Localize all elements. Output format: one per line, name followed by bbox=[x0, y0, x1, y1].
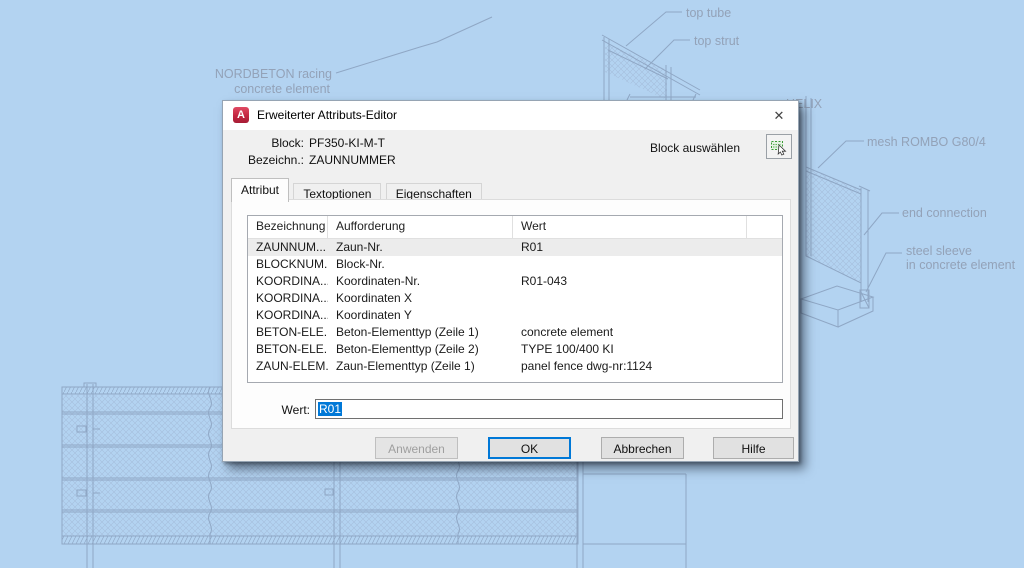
cell-wert bbox=[513, 256, 747, 273]
block-value: PF350-KI-M-T bbox=[309, 136, 385, 151]
dialog-footer: Anwenden OK Abbrechen Hilfe bbox=[223, 427, 798, 461]
cell-bezeichnung: BETON-ELE... bbox=[248, 341, 328, 358]
cell-wert: panel fence dwg-nr:1124 bbox=[513, 358, 747, 375]
wert-label: Wert: bbox=[232, 401, 310, 419]
cell-aufforderung: Zaun-Elementtyp (Zeile 1) bbox=[328, 358, 513, 375]
column-header-wert[interactable]: Wert bbox=[513, 216, 747, 238]
table-row[interactable]: ZAUNNUM... Zaun-Nr. R01 bbox=[248, 239, 782, 256]
cancel-button[interactable]: Abbrechen bbox=[601, 437, 684, 459]
attribute-editor-dialog: A Erweiterter Attributs-Editor ✕ Block: … bbox=[222, 100, 799, 462]
table-row[interactable]: BETON-ELE... Beton-Elementtyp (Zeile 2) … bbox=[248, 341, 782, 358]
column-header-aufforderung[interactable]: Aufforderung bbox=[328, 216, 513, 238]
label-steel-sleeve-1: steel sleeve bbox=[906, 244, 972, 258]
wert-input-selected-text: R01 bbox=[318, 402, 342, 416]
wert-input[interactable]: R01 bbox=[315, 399, 783, 419]
table-row[interactable]: BLOCKNUM... Block-Nr. bbox=[248, 256, 782, 273]
cell-aufforderung: Block-Nr. bbox=[328, 256, 513, 273]
cell-wert bbox=[513, 290, 747, 307]
cell-wert: TYPE 100/400 KI bbox=[513, 341, 747, 358]
apply-button[interactable]: Anwenden bbox=[375, 437, 458, 459]
help-button[interactable]: Hilfe bbox=[713, 437, 794, 459]
bezeichn-label: Bezeichn.: bbox=[223, 153, 304, 168]
tab-strip: Attribut Textoptionen Eigenschaften bbox=[231, 178, 483, 200]
attribute-table[interactable]: Bezeichnung Aufforderung Wert ZAUNNUM...… bbox=[247, 215, 783, 383]
select-block-label: Block auswählen bbox=[650, 141, 740, 155]
cell-aufforderung: Beton-Elementtyp (Zeile 2) bbox=[328, 341, 513, 358]
bezeichn-value: ZAUNNUMMER bbox=[309, 153, 396, 168]
table-row[interactable]: BETON-ELE... Beton-Elementtyp (Zeile 1) … bbox=[248, 324, 782, 341]
cell-bezeichnung: BETON-ELE... bbox=[248, 324, 328, 341]
label-nordbeton-2: concrete element bbox=[234, 82, 330, 96]
table-header: Bezeichnung Aufforderung Wert bbox=[248, 216, 782, 239]
table-row[interactable]: KOORDINA... Koordinaten X bbox=[248, 290, 782, 307]
cell-aufforderung: Zaun-Nr. bbox=[328, 239, 513, 256]
dialog-titlebar[interactable]: A Erweiterter Attributs-Editor ✕ bbox=[223, 101, 798, 130]
label-end-connection: end connection bbox=[902, 206, 987, 220]
cell-wert: R01 bbox=[513, 239, 747, 256]
select-block-button[interactable] bbox=[766, 134, 792, 159]
label-mesh: mesh ROMBO G80/4 bbox=[867, 135, 986, 149]
cell-bezeichnung: ZAUN-ELEM... bbox=[248, 358, 328, 375]
dialog-title: Erweiterter Attributs-Editor bbox=[257, 101, 397, 130]
cell-bezeichnung: KOORDINA... bbox=[248, 273, 328, 290]
autocad-canvas: top tube top strut NORDBETON racing conc… bbox=[0, 0, 1024, 568]
cell-aufforderung: Koordinaten X bbox=[328, 290, 513, 307]
cell-bezeichnung: KOORDINA... bbox=[248, 307, 328, 324]
cell-wert: concrete element bbox=[513, 324, 747, 341]
label-nordbeton-1: NORDBETON racing bbox=[215, 67, 332, 81]
cell-bezeichnung: KOORDINA... bbox=[248, 290, 328, 307]
attribut-tab-page: Bezeichnung Aufforderung Wert ZAUNNUM...… bbox=[231, 199, 791, 429]
tab-attribut[interactable]: Attribut bbox=[231, 178, 289, 202]
table-row[interactable]: KOORDINA... Koordinaten Y bbox=[248, 307, 782, 324]
cell-aufforderung: Koordinaten Y bbox=[328, 307, 513, 324]
cell-aufforderung: Beton-Elementtyp (Zeile 1) bbox=[328, 324, 513, 341]
column-header-filler bbox=[747, 216, 782, 238]
cell-bezeichnung: BLOCKNUM... bbox=[248, 256, 328, 273]
autocad-app-icon: A bbox=[233, 107, 249, 123]
cell-bezeichnung: ZAUNNUM... bbox=[248, 239, 328, 256]
block-label: Block: bbox=[223, 136, 304, 151]
table-row[interactable]: ZAUN-ELEM... Zaun-Elementtyp (Zeile 1) p… bbox=[248, 358, 782, 375]
label-steel-sleeve-2: in concrete element bbox=[906, 258, 1016, 272]
ok-button[interactable]: OK bbox=[488, 437, 571, 459]
close-icon[interactable]: ✕ bbox=[767, 106, 791, 126]
column-header-bezeichnung[interactable]: Bezeichnung bbox=[248, 216, 328, 238]
cell-wert: R01-043 bbox=[513, 273, 747, 290]
label-top-strut: top strut bbox=[694, 34, 740, 48]
cell-aufforderung: Koordinaten-Nr. bbox=[328, 273, 513, 290]
label-top-tube: top tube bbox=[686, 6, 731, 20]
cell-wert bbox=[513, 307, 747, 324]
select-objects-icon bbox=[770, 138, 788, 156]
table-row[interactable]: KOORDINA... Koordinaten-Nr. R01-043 bbox=[248, 273, 782, 290]
